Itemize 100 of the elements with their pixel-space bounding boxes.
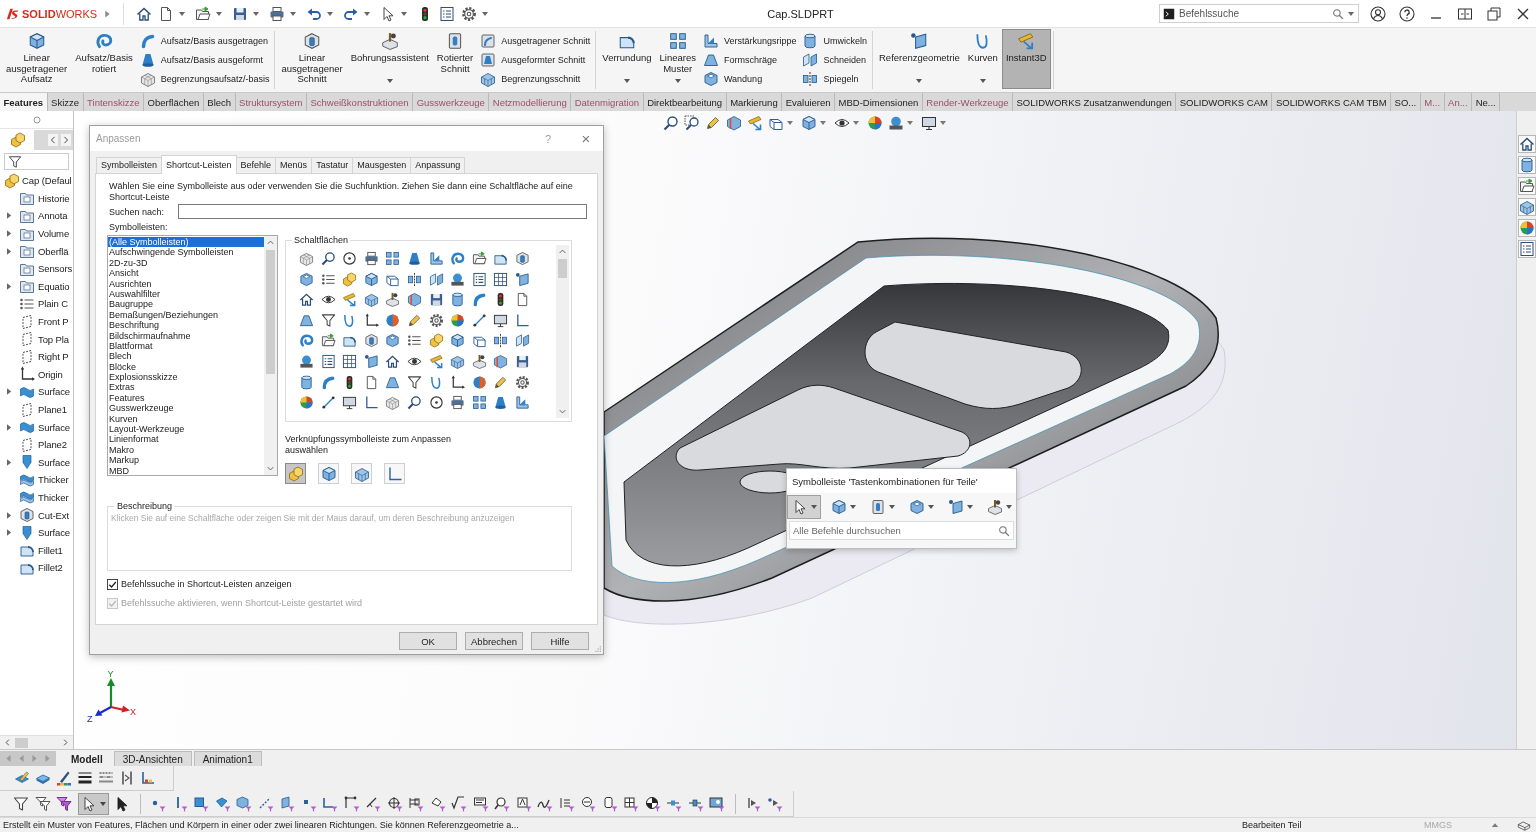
- search-input[interactable]: Alle Befehle durchsuchen: [793, 523, 998, 538]
- corner-icon[interactable]: [514, 312, 530, 328]
- scrollbar[interactable]: [0, 735, 73, 749]
- tab[interactable]: Mausgesten: [352, 157, 412, 173]
- list-item[interactable]: Explosionsskizze: [108, 372, 264, 383]
- tab[interactable]: Symbolleisten: [96, 157, 163, 173]
- mirror-icon[interactable]: [406, 271, 422, 287]
- tab[interactable]: Shortcut-Leisten: [161, 155, 237, 174]
- ribbon-button[interactable]: Verrundung: [598, 29, 656, 89]
- list-item[interactable]: Kurven: [108, 413, 264, 425]
- tree-item[interactable]: Cut-Ext: [38, 509, 69, 521]
- scrollbar[interactable]: [264, 236, 277, 475]
- list-item[interactable]: Bemaßungen/Beziehungen: [108, 309, 264, 321]
- sphere-icon[interactable]: [385, 312, 401, 328]
- tree-item[interactable]: Front P: [38, 316, 69, 328]
- checkbox[interactable]: [107, 578, 118, 590]
- frustum-icon[interactable]: [406, 251, 422, 266]
- tree-item[interactable]: Top Pla: [38, 333, 69, 345]
- ribbon-button[interactable]: Rotierter Schnitt: [432, 29, 478, 89]
- caret-icon[interactable]: [787, 121, 793, 125]
- ribbon-button[interactable]: Lineares Muster: [655, 29, 700, 89]
- toolbar-option-button[interactable]: [384, 463, 405, 484]
- scrollbar[interactable]: [556, 245, 569, 418]
- color-wheel-icon[interactable]: [1517, 219, 1536, 237]
- list-item[interactable]: Features: [108, 392, 264, 404]
- close-button[interactable]: ×: [573, 130, 599, 147]
- print-icon[interactable]: [269, 5, 285, 22]
- filter-icon[interactable]: [580, 795, 596, 812]
- tree-item[interactable]: Right P: [38, 351, 69, 363]
- curved-tube-icon[interactable]: [320, 374, 336, 390]
- bracket-icon[interactable]: [428, 251, 444, 266]
- expand-arrow-icon[interactable]: [7, 247, 12, 255]
- list-icon[interactable]: [471, 271, 487, 287]
- sliced-cube-icon[interactable]: [493, 353, 509, 369]
- tree-item[interactable]: Oberflä: [38, 245, 69, 257]
- cube-icon[interactable]: [363, 271, 379, 287]
- list-item[interactable]: Ausrichten: [108, 278, 264, 289]
- dialog-button[interactable]: Abbrechen: [465, 632, 523, 650]
- expand-arrow-icon[interactable]: [7, 212, 12, 220]
- corner-icon[interactable]: [363, 395, 379, 411]
- ribbon-button[interactable]: Instant3D: [1001, 29, 1051, 89]
- arrow-left-icon[interactable]: [3, 738, 12, 747]
- list-item[interactable]: Auswahlfilter: [108, 288, 264, 300]
- filter-icon[interactable]: [365, 795, 381, 812]
- dialog-button[interactable]: Hilfe: [531, 632, 589, 650]
- expand-arrow-icon[interactable]: [7, 388, 12, 396]
- ribbon-button[interactable]: Formschräge: [702, 50, 797, 70]
- caret-icon[interactable]: [253, 11, 259, 16]
- cylinder-icon[interactable]: [1517, 156, 1536, 174]
- drill-block-icon[interactable]: [385, 292, 401, 308]
- search-icon[interactable]: [1332, 7, 1344, 20]
- line-style-icon[interactable]: [98, 770, 114, 786]
- ribbon-button[interactable]: Bohrungsassistent: [346, 29, 433, 89]
- expand-arrow-icon[interactable]: [7, 423, 12, 431]
- drag-handle-icon[interactable]: [32, 115, 41, 124]
- home-icon[interactable]: [1517, 135, 1536, 153]
- list-item[interactable]: Blattformat: [108, 340, 264, 352]
- circle-icon[interactable]: [342, 251, 358, 266]
- brush-icon[interactable]: [56, 770, 72, 786]
- caret-icon[interactable]: [216, 11, 222, 16]
- caret-icon[interactable]: [853, 121, 859, 125]
- grid-squares-icon[interactable]: [385, 251, 401, 266]
- swirl-icon[interactable]: [299, 333, 314, 349]
- split-block-icon[interactable]: [514, 333, 530, 349]
- search-icon[interactable]: [998, 524, 1010, 537]
- caret-icon[interactable]: [907, 121, 913, 125]
- restore-icon[interactable]: [1486, 5, 1502, 22]
- plane-icon[interactable]: [514, 271, 530, 287]
- zoom-area-icon[interactable]: [684, 115, 700, 131]
- list-item[interactable]: 2D-zu-3D: [108, 257, 264, 269]
- tree-item[interactable]: Surface: [38, 386, 71, 398]
- list-icon[interactable]: [320, 353, 336, 369]
- filter-icon[interactable]: [13, 795, 29, 812]
- ribbon-button[interactable]: Verstärkungsrippe: [702, 31, 797, 51]
- expand-arrow-icon[interactable]: [103, 8, 112, 19]
- ribbon-button[interactable]: Ausgeformter Schnitt: [480, 50, 591, 70]
- list-item[interactable]: MBD: [108, 465, 264, 475]
- list-item[interactable]: Aufschwingende Symbolleisten: [108, 247, 264, 258]
- filter-icon[interactable]: [56, 795, 72, 812]
- save-icon[interactable]: [428, 292, 444, 308]
- caret-icon[interactable]: [401, 11, 407, 16]
- tree-item[interactable]: Fillet1: [38, 544, 63, 556]
- ribbon-button[interactable]: Begrenzungsschnitt: [480, 69, 591, 89]
- open-folder-icon[interactable]: [1517, 177, 1536, 195]
- mesh-block-icon[interactable]: [385, 395, 401, 411]
- list-item[interactable]: (Alle Symbolleisten): [108, 237, 264, 248]
- cursor-icon[interactable]: [380, 5, 396, 22]
- list-item[interactable]: Bildschirmaufnahme: [108, 330, 264, 341]
- ribbon-button[interactable]: Spiegeln: [802, 69, 867, 89]
- list-item[interactable]: Makro: [108, 444, 264, 456]
- settings-icon[interactable]: [514, 374, 530, 390]
- list-item[interactable]: Markup: [108, 455, 264, 466]
- curved-tube-icon[interactable]: [471, 292, 487, 308]
- list-item[interactable]: Blech: [108, 351, 264, 362]
- dialog-button[interactable]: OK: [399, 632, 457, 650]
- list-item[interactable]: Gusswerkzeuge: [108, 403, 264, 414]
- wedge-icon[interactable]: [299, 312, 314, 328]
- ribbon-button[interactable]: Kurven: [963, 29, 1002, 89]
- line-icon[interactable]: [471, 312, 487, 328]
- drill-block-icon[interactable]: [471, 353, 487, 369]
